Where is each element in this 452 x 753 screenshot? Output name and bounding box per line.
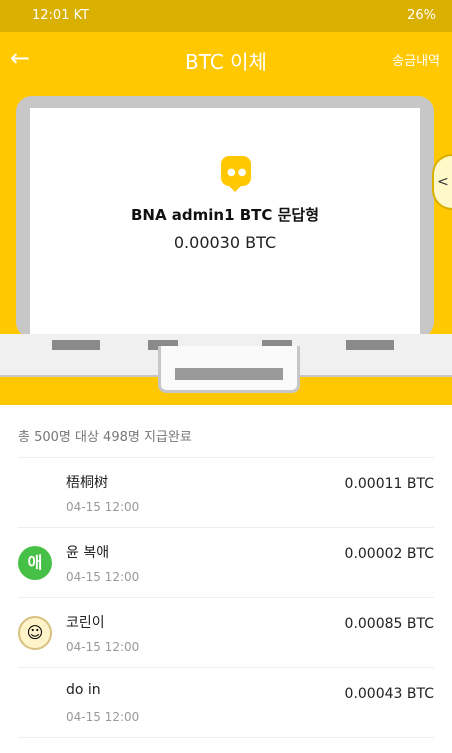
list-item[interactable]: ☺ 코린이 04-15 12:00 0.00085 BTC xyxy=(18,598,434,668)
recipient-amount: 0.00002 BTC xyxy=(344,546,434,562)
payment-summary: 총 500명 대상 498명 지급완료 xyxy=(18,430,192,445)
page-title: BTC 이체 xyxy=(185,50,267,74)
battery-text: 26% xyxy=(407,8,436,23)
chevron-left-icon[interactable]: < xyxy=(432,154,452,210)
recipient-name: do in xyxy=(66,682,101,698)
recipient-name: 윤 복애 xyxy=(66,545,110,561)
recipient-time: 04-15 12:00 xyxy=(66,640,140,654)
recipient-time: 04-15 12:00 xyxy=(66,570,140,584)
recipient-amount: 0.00043 BTC xyxy=(344,686,434,702)
list-item[interactable]: do in 04-15 12:00 0.00043 BTC xyxy=(18,668,434,738)
recipient-time: 04-15 12:00 xyxy=(66,710,140,724)
receipt-tray xyxy=(158,346,300,393)
device-base xyxy=(0,334,452,393)
recipient-amount: 0.00085 BTC xyxy=(344,616,434,632)
app-bar: ← BTC 이체 송금내역 xyxy=(0,32,452,88)
transfer-title: BNA admin1 BTC 문답형 xyxy=(130,206,320,224)
list-item[interactable]: 梧桐树 04-15 12:00 0.00011 BTC xyxy=(18,458,434,528)
device-screen: ●● BNA admin1 BTC 문답형 0.00030 BTC xyxy=(30,108,420,338)
tray-grip xyxy=(175,368,283,380)
baby-avatar-icon: ☺ xyxy=(18,616,52,650)
transfer-hero: ●● BNA admin1 BTC 문답형 0.00030 BTC < xyxy=(0,88,452,405)
status-time: 12:01 KT xyxy=(32,8,90,23)
recipient-time: 04-15 12:00 xyxy=(66,500,140,514)
transfer-history-link[interactable]: 송금내역 xyxy=(392,50,440,69)
transfer-amount: 0.00030 BTC xyxy=(173,233,277,252)
recipient-list: 梧桐树 04-15 12:00 0.00011 BTC 애 윤 복애 04-15… xyxy=(0,458,452,738)
avatar: 애 xyxy=(18,546,52,580)
base-slot-right xyxy=(346,340,394,350)
status-bar: 12:01 KT 26% xyxy=(0,0,452,32)
list-item[interactable]: 애 윤 복애 04-15 12:00 0.00002 BTC xyxy=(18,528,434,598)
chat-bubble-icon: ●● xyxy=(221,156,251,192)
recipient-name: 코린이 xyxy=(66,615,105,631)
base-slot-left xyxy=(52,340,100,350)
recipient-name: 梧桐树 xyxy=(66,475,108,491)
recipient-amount: 0.00011 BTC xyxy=(344,476,434,492)
device-frame: ●● BNA admin1 BTC 문답형 0.00030 BTC xyxy=(16,96,434,338)
